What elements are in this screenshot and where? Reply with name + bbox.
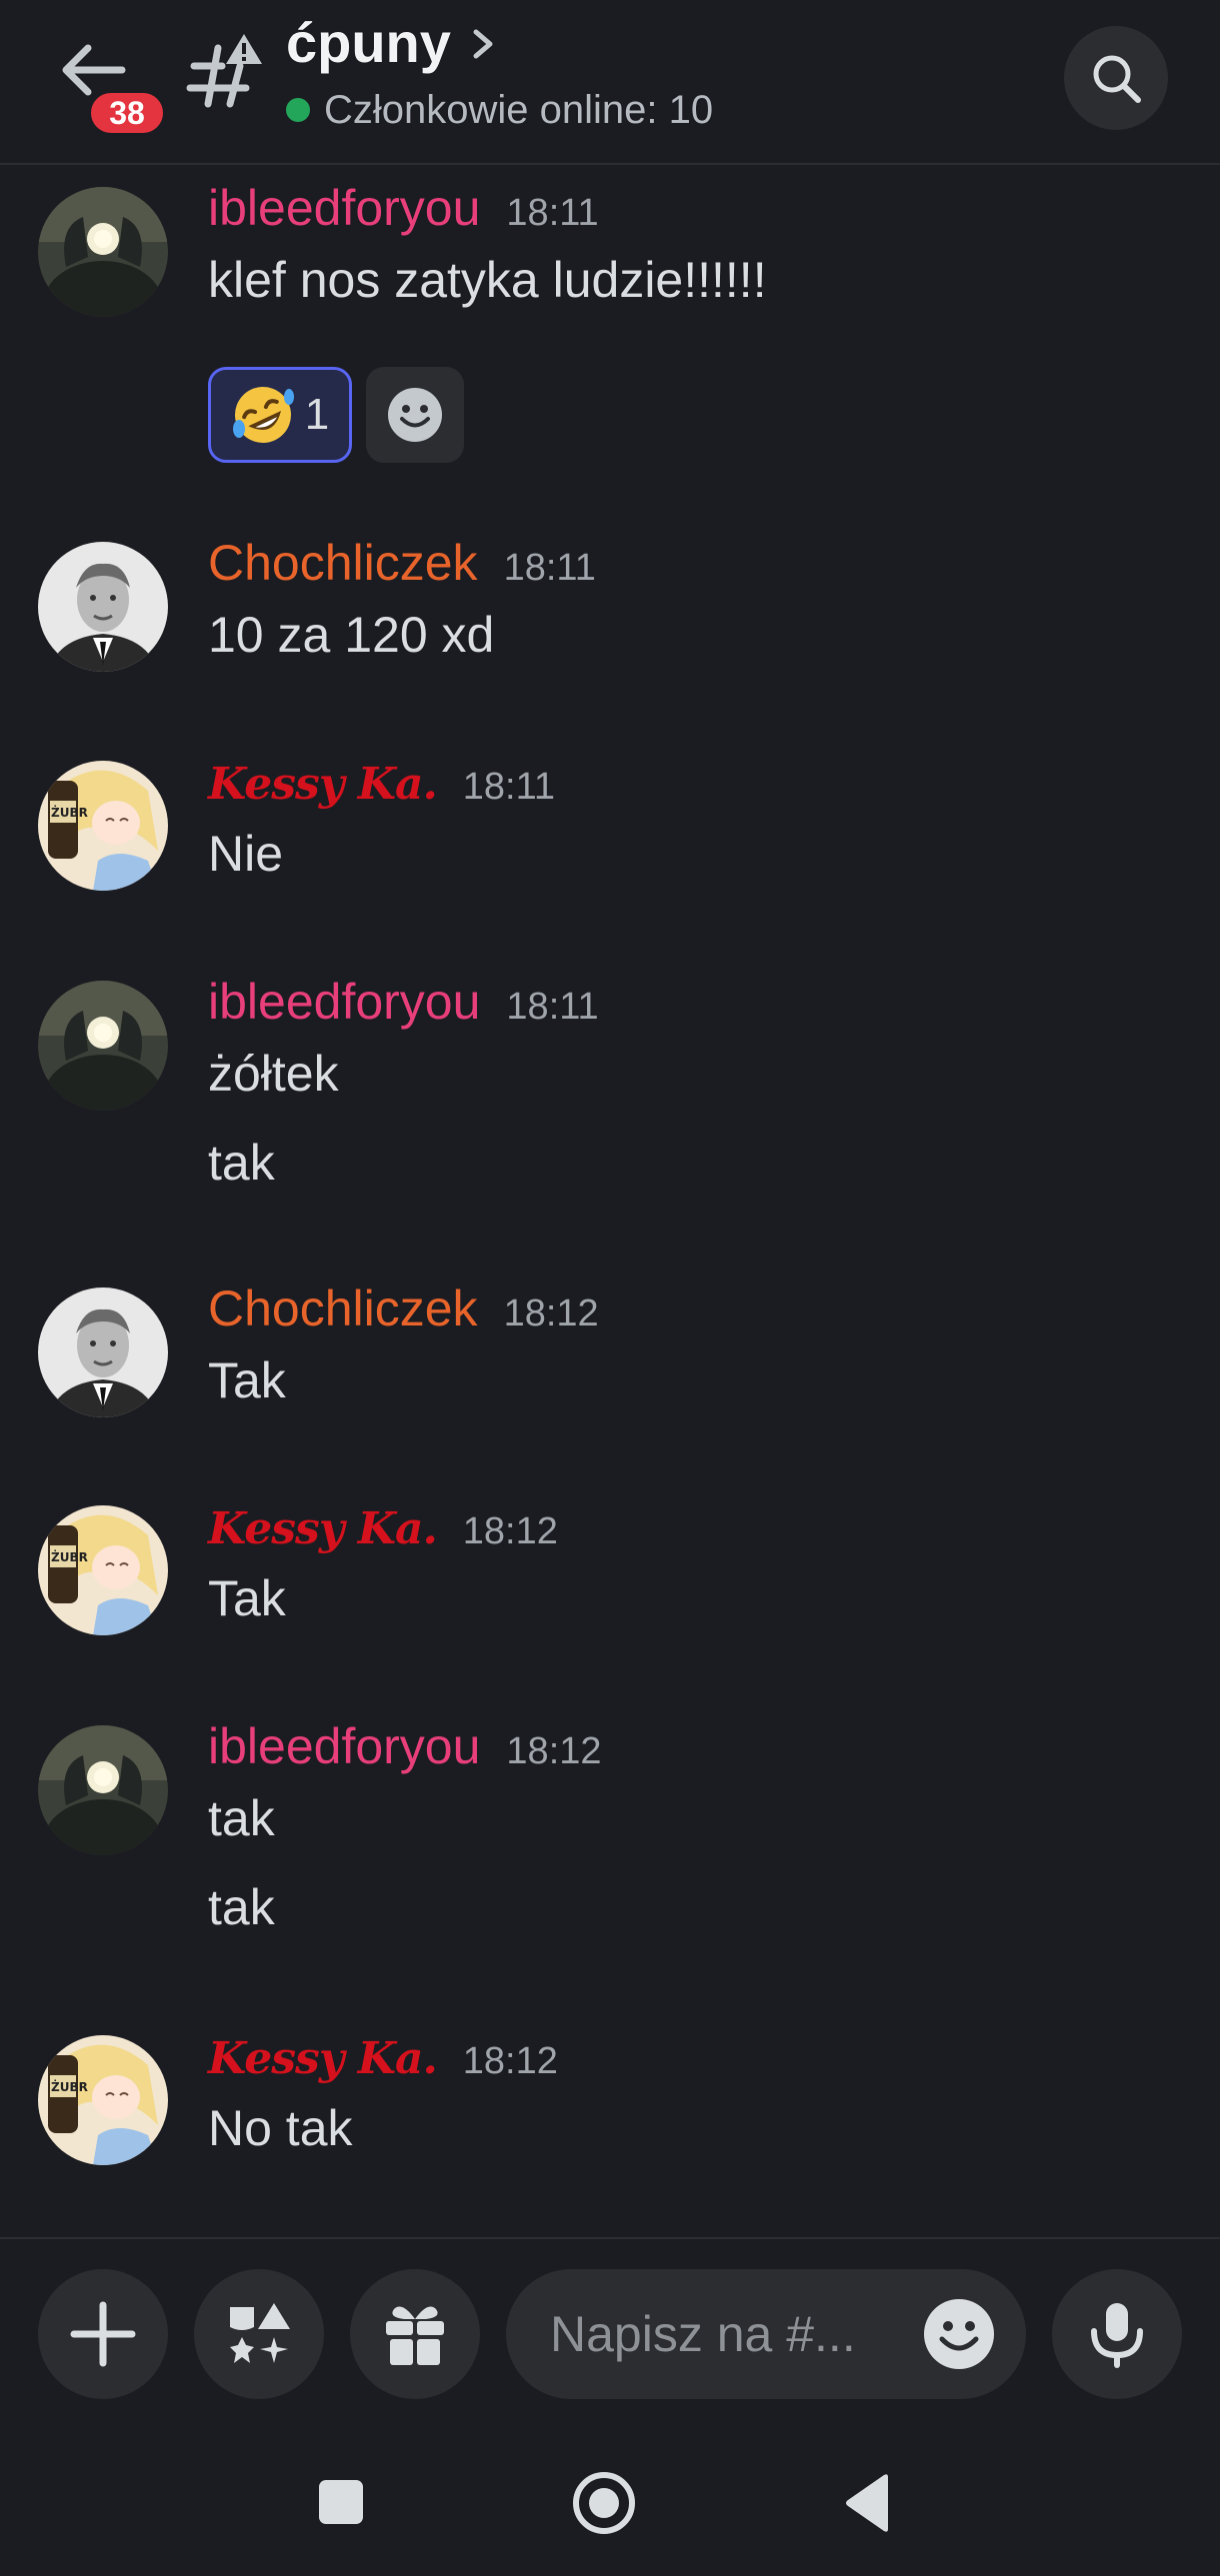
author-name[interactable]: ibleedforyou [208, 1717, 480, 1775]
avatar[interactable] [38, 1725, 168, 1855]
avatar[interactable] [38, 1288, 168, 1417]
reaction-button[interactable]: 1 [208, 367, 352, 463]
timestamp: 18:11 [503, 547, 596, 589]
smile-icon [388, 388, 442, 442]
message-text: tak [208, 1135, 275, 1191]
timestamp: 18:11 [506, 192, 599, 234]
message-text: 10 za 120 xd [208, 607, 495, 663]
author-name[interactable]: Kessy Ka. [208, 759, 438, 810]
author-name[interactable]: Chochliczek [208, 1280, 478, 1337]
author-name[interactable]: Chochliczek [208, 534, 478, 592]
message-text: tak [208, 1879, 275, 1935]
recents-square-icon[interactable] [316, 2477, 366, 2527]
plus-icon [70, 2301, 136, 2367]
message-text: żółtek [208, 1046, 339, 1102]
search-icon [1093, 55, 1141, 103]
emoji-picker-icon[interactable] [922, 2297, 996, 2371]
channel-header: 38 ćpuny Członkowie online: 10 [0, 0, 1220, 165]
author-name[interactable]: ibleedforyou [208, 973, 480, 1031]
system-navigation-bar [0, 2439, 1220, 2576]
apps-button[interactable] [194, 2269, 324, 2399]
avatar[interactable] [38, 542, 168, 672]
svg-text:ŻUBR: ŻUBR [51, 805, 88, 820]
search-button[interactable] [1064, 26, 1168, 130]
timestamp: 18:12 [462, 2040, 558, 2082]
message-text: Tak [208, 1570, 286, 1626]
author-name[interactable]: Kessy Ka. [208, 1503, 438, 1554]
message-list[interactable]: ibleedforyou 18:11 klef nos zatyka ludzi… [0, 165, 1220, 2234]
message-text: tak [208, 1790, 275, 1846]
gift-icon [386, 2306, 444, 2365]
online-members-text: Członkowie online: 10 [324, 88, 714, 132]
timestamp: 18:12 [506, 1730, 602, 1772]
message-input-placeholder: Napisz na #... [550, 2306, 856, 2362]
message-input[interactable]: Napisz na #... [506, 2269, 1026, 2399]
rolling-laughing-emoji-icon [232, 387, 294, 443]
avatar[interactable]: ŻUBR [38, 2035, 168, 2165]
avatar[interactable]: ŻUBR [38, 761, 168, 891]
chevron-right-icon[interactable] [468, 24, 498, 64]
author-name[interactable]: Kessy Ka. [208, 2033, 438, 2084]
message-text: Nie [208, 826, 284, 882]
reaction-count: 1 [304, 390, 330, 439]
message-text: Tak [208, 1352, 286, 1408]
avatar[interactable] [38, 981, 168, 1111]
microphone-icon [1091, 2303, 1143, 2368]
avatar[interactable]: ŻUBR [38, 1505, 168, 1635]
hashtag-warning-icon [186, 34, 262, 108]
add-attachment-button[interactable] [38, 2269, 168, 2399]
timestamp: 18:11 [506, 986, 599, 1028]
author-name[interactable]: ibleedforyou [208, 179, 480, 237]
message-composer: Napisz na #... [0, 2237, 1220, 2399]
svg-text:ŻUBR: ŻUBR [51, 1549, 88, 1564]
avatar[interactable] [38, 187, 168, 317]
back-triangle-icon[interactable] [842, 2473, 892, 2533]
apps-icon [230, 2303, 290, 2363]
unread-badge: 38 [86, 88, 168, 138]
home-circle-icon[interactable] [572, 2471, 636, 2535]
add-reaction-button[interactable] [366, 367, 464, 463]
gift-button[interactable] [350, 2269, 480, 2399]
message-text: No tak [208, 2100, 353, 2156]
online-status-dot [286, 98, 310, 122]
channel-name[interactable]: ćpuny [286, 10, 451, 75]
timestamp: 18:11 [462, 766, 556, 808]
voice-message-button[interactable] [1052, 2269, 1182, 2399]
timestamp: 18:12 [503, 1292, 599, 1334]
timestamp: 18:12 [462, 1510, 558, 1552]
message-text: klef nos zatyka ludzie!!!!!! [208, 252, 767, 308]
svg-text:ŻUBR: ŻUBR [51, 2079, 88, 2094]
